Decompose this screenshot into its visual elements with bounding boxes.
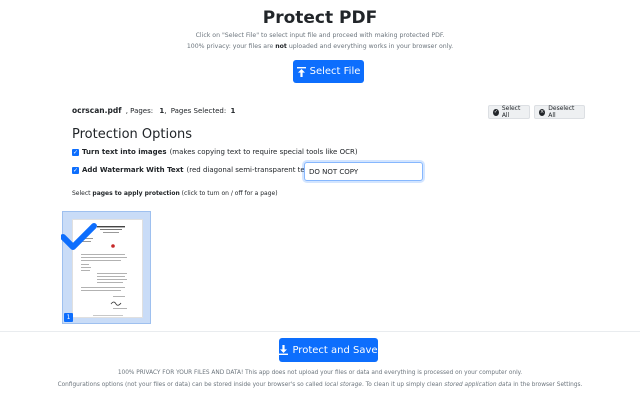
protect-and-save-label: Protect and Save xyxy=(292,344,378,356)
download-icon xyxy=(279,345,289,355)
watermark-text-input[interactable] xyxy=(304,162,423,181)
pages-selected-count: 1 xyxy=(230,107,236,115)
text-to-images-label: Turn text into images xyxy=(82,148,167,156)
page-number-badge: 1 xyxy=(64,313,73,322)
text-to-images-option: ✓ Turn text into images (makes copying t… xyxy=(72,148,358,156)
select-all-label: Select All xyxy=(501,105,521,119)
footer-storage-note: Configurations options (not your files o… xyxy=(57,382,583,388)
select-file-label: Select File xyxy=(309,66,361,77)
file-info: ocrscan.pdf , Pages: 1, Pages Selected: … xyxy=(72,106,236,115)
protection-options-heading: Protection Options xyxy=(72,127,193,142)
page-subtitle: Click on "Select File" to select input f… xyxy=(195,32,445,39)
watermark-option: ✓ Add Watermark With Text (red diagonal … xyxy=(72,166,317,174)
pages-selected-label: Pages Selected: xyxy=(170,107,227,115)
watermark-hint: (red diagonal semi-transparent text): xyxy=(186,166,317,174)
selected-check-icon xyxy=(61,223,97,250)
page-thumbnail[interactable]: 1 xyxy=(61,211,151,324)
pages-label: , Pages: xyxy=(125,107,154,115)
footer-privacy: 100% PRIVACY FOR YOUR FILES AND DATA! Th… xyxy=(117,370,523,376)
upload-icon xyxy=(296,66,306,77)
page-title: Protect PDF xyxy=(262,8,378,28)
select-file-button[interactable]: Select File xyxy=(293,60,364,83)
text-to-images-hint: (makes copying text to require special t… xyxy=(169,148,358,156)
text-to-images-checkbox[interactable]: ✓ xyxy=(72,148,79,156)
x-circle-icon: × xyxy=(539,108,546,116)
watermark-label: Add Watermark With Text xyxy=(82,166,184,174)
pages-instruction: Select pages to apply protection (click … xyxy=(72,190,278,197)
deselect-all-button[interactable]: × Deselect All xyxy=(534,105,585,119)
deselect-all-label: Deselect All xyxy=(548,105,575,119)
select-all-button[interactable]: ✓ Select All xyxy=(488,105,530,119)
check-circle-icon: ✓ xyxy=(493,108,499,116)
privacy-note: 100% privacy: your files are not uploade… xyxy=(186,43,454,50)
file-name: ocrscan.pdf xyxy=(72,106,122,115)
protect-and-save-button[interactable]: Protect and Save xyxy=(279,338,378,362)
watermark-checkbox[interactable]: ✓ xyxy=(72,166,79,174)
section-divider xyxy=(0,331,640,332)
